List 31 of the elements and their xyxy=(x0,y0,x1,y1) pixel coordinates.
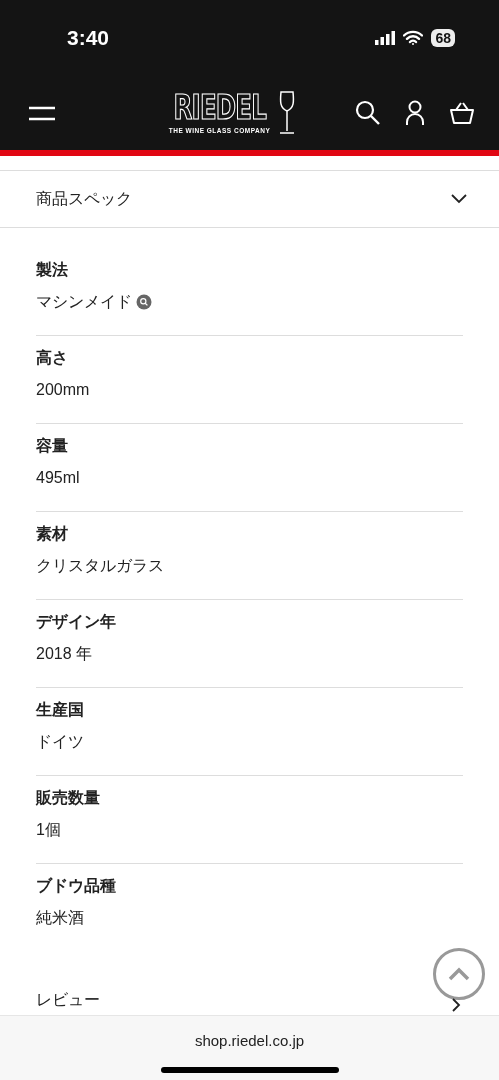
accordion-header[interactable]: 商品スペック xyxy=(0,170,499,228)
search-icon[interactable] xyxy=(355,99,381,126)
spec-label: 高さ xyxy=(36,348,69,368)
back-to-top-button[interactable] xyxy=(433,948,485,1000)
spec-label: 生産国 xyxy=(36,700,85,720)
spec-value: 495ml xyxy=(36,468,80,488)
spec-value: 200mm xyxy=(36,380,90,400)
spec-label: 容量 xyxy=(36,436,69,456)
section-title[interactable]: レビュー xyxy=(36,990,100,1010)
search-badge-icon[interactable] xyxy=(136,294,152,310)
status-time: 3:40 xyxy=(67,24,110,51)
user-icon[interactable] xyxy=(405,99,425,126)
chevron-up-icon xyxy=(448,967,470,981)
url-text[interactable]: shop.riedel.co.jp xyxy=(194,1030,305,1053)
spec-label: 製法 xyxy=(36,260,69,280)
spec-value: クリスタルガラス xyxy=(36,556,164,576)
spec-value: 2018 年 xyxy=(36,644,93,664)
spec-label: 素材 xyxy=(36,524,69,544)
basket-icon[interactable] xyxy=(449,100,475,125)
spec-label: ブドウ品種 xyxy=(36,876,117,896)
spec-value: 純米酒 xyxy=(36,908,84,928)
spec-label: デザイン年 xyxy=(36,612,117,632)
signal-icon xyxy=(375,30,396,45)
chevron-right-icon xyxy=(451,998,461,1012)
spec-value: 1個 xyxy=(36,820,61,840)
battery-indicator: 68 xyxy=(431,28,455,47)
chevron-icon xyxy=(451,194,467,204)
wifi-icon xyxy=(403,30,424,45)
spec-label: 販売数量 xyxy=(36,788,101,808)
spec-value: ドイツ xyxy=(36,732,84,752)
spec-value: マシンメイド xyxy=(36,292,132,312)
